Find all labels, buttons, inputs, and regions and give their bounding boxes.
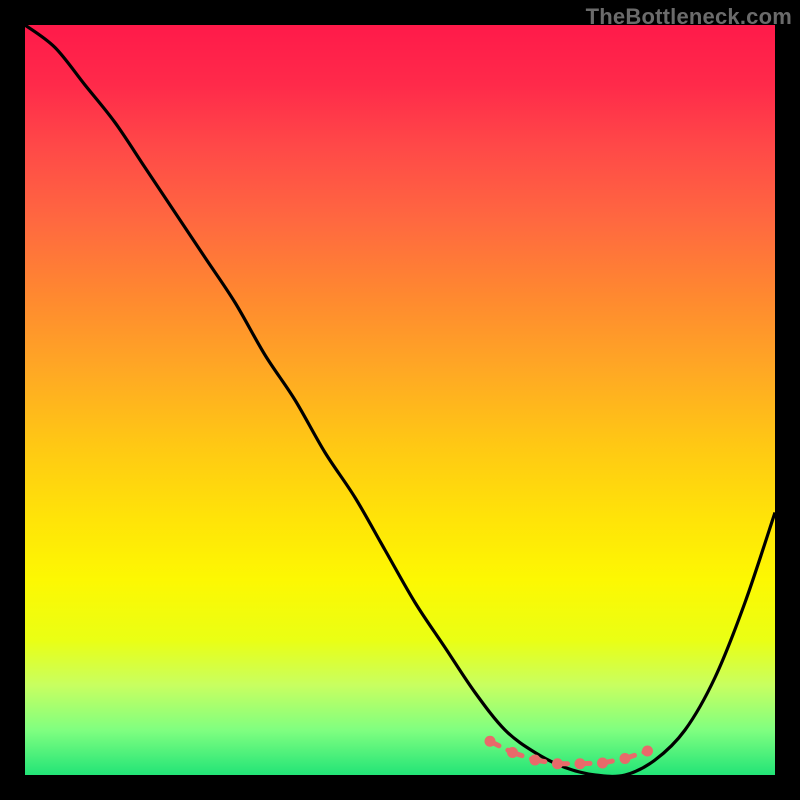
marker-dot	[552, 758, 563, 769]
curve-layer	[25, 25, 775, 775]
marker-dot	[530, 755, 541, 766]
marker-dot	[642, 746, 653, 757]
marker-dot	[485, 736, 496, 747]
bottleneck-chart: TheBottleneck.com	[0, 0, 800, 800]
plot-area	[25, 25, 775, 775]
optimal-range-markers	[485, 736, 654, 770]
marker-dot	[575, 758, 586, 769]
marker-dot	[620, 753, 631, 764]
bottleneck-curve-path	[25, 25, 775, 775]
watermark-label: TheBottleneck.com	[586, 4, 792, 30]
marker-dot	[597, 758, 608, 769]
marker-dot	[507, 747, 518, 758]
